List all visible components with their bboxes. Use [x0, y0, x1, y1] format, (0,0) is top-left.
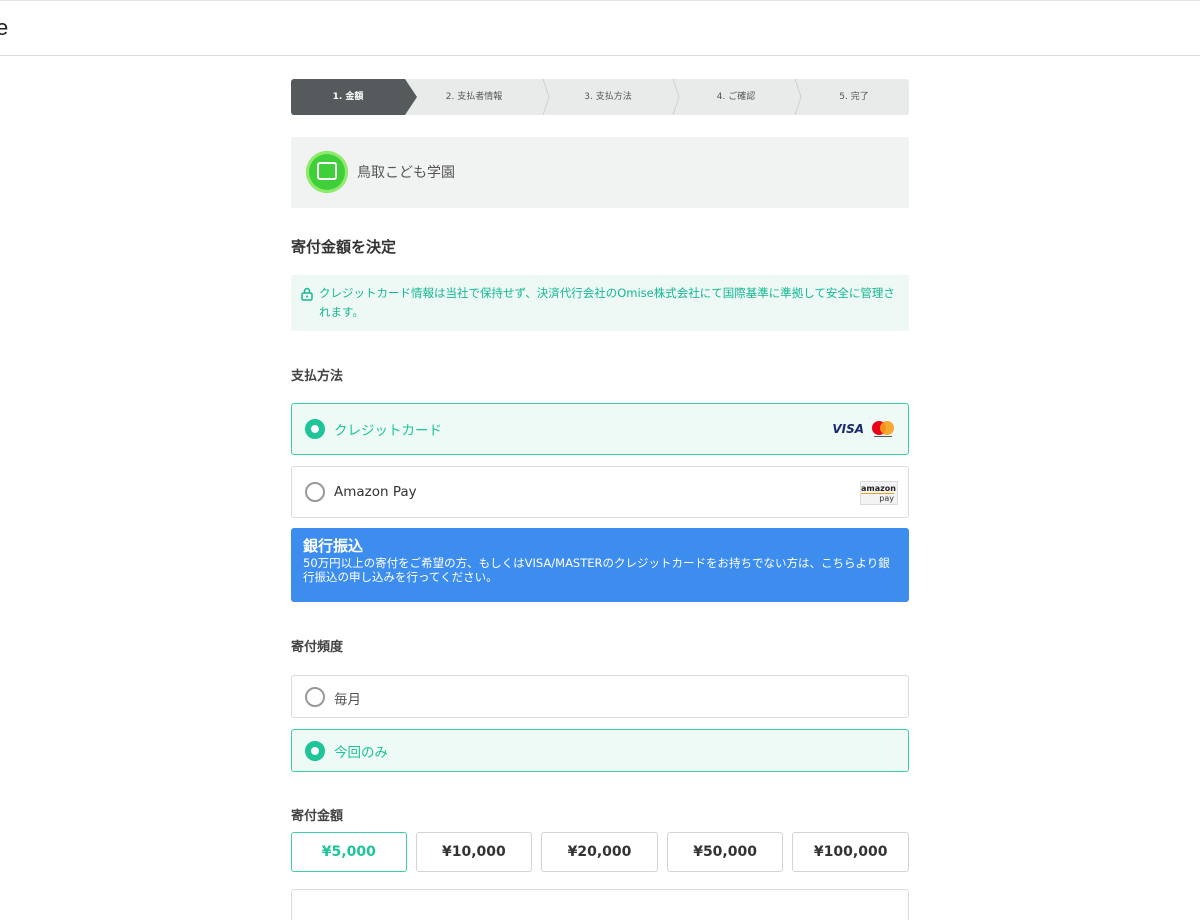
organization-name: 鳥取こども学園 — [357, 165, 455, 181]
amount-option-20000[interactable]: ¥20,000 — [541, 832, 658, 872]
amount-option-10000[interactable]: ¥10,000 — [415, 832, 533, 872]
frequency-option-one-time[interactable]: 今回のみ — [291, 729, 909, 772]
amazon-pay-icon: amazon pay — [860, 481, 898, 505]
amount-option-100000[interactable]: ¥100,000 — [792, 832, 909, 872]
amazon-badge-top: amazon — [861, 484, 896, 493]
payment-option-amazon-pay[interactable]: Amazon Pay amazon pay — [291, 466, 909, 518]
site-logo[interactable]: e — [0, 15, 8, 41]
bank-transfer-description: 50万円以上の寄付をご希望の方、もしくはVISA/MASTERのクレジットカード… — [303, 556, 890, 584]
radio-unselected-icon[interactable] — [305, 687, 325, 707]
frequency-option-label: 今回のみ — [334, 745, 388, 761]
amount-option-50000[interactable]: ¥50,000 — [666, 832, 784, 872]
lock-icon — [301, 287, 313, 301]
radio-selected-icon[interactable] — [305, 741, 325, 761]
security-notice: クレジットカード情報は当社で保持せず、決済代行会社のOmise株式会社にて国際基… — [291, 275, 909, 331]
custom-amount-input[interactable] — [291, 889, 909, 920]
frequency-option-monthly[interactable]: 毎月 — [291, 675, 909, 718]
bank-transfer-title: 銀行振込 — [303, 537, 364, 555]
amazon-badge-bottom: pay — [861, 493, 894, 503]
progress-stepper: 1. 金額 2. 支払者情報 3. 支払方法 4. ご確認 5. 完了 — [291, 79, 909, 115]
frequency-label: 寄付頻度 — [291, 640, 344, 655]
payment-option-credit-card[interactable]: クレジットカード VISA — [291, 403, 909, 455]
top-bar: e — [0, 0, 1200, 56]
section-title: 寄付金額を決定 — [291, 238, 397, 256]
visa-icon: VISA — [832, 422, 864, 436]
payment-option-label: Amazon Pay — [334, 484, 417, 500]
bank-transfer-banner[interactable]: 銀行振込 50万円以上の寄付をご希望の方、もしくはVISA/MASTERのクレジ… — [291, 528, 909, 602]
organization-card: 鳥取こども学園 — [291, 137, 909, 208]
radio-unselected-icon[interactable] — [305, 482, 325, 502]
organization-emblem-icon — [306, 151, 348, 193]
payment-method-label: 支払方法 — [291, 369, 344, 384]
amount-option-5000[interactable]: ¥5,000 — [291, 832, 407, 872]
mastercard-icon — [872, 421, 894, 437]
stepper-dividers — [542, 79, 802, 115]
notice-text: クレジットカード情報は当社で保持せず、決済代行会社のOmise株式会社にて国際基… — [319, 286, 895, 319]
frequency-option-label: 毎月 — [334, 692, 361, 708]
radio-selected-icon[interactable] — [305, 419, 325, 439]
amount-label: 寄付金額 — [291, 809, 344, 824]
amount-options: ¥5,000 ¥10,000 ¥20,000 ¥50,000 ¥100,000 — [291, 832, 909, 872]
donation-form: 1. 金額 2. 支払者情報 3. 支払方法 4. ご確認 5. 完了 鳥取こど… — [291, 79, 909, 920]
payment-option-label: クレジットカード — [334, 423, 442, 439]
